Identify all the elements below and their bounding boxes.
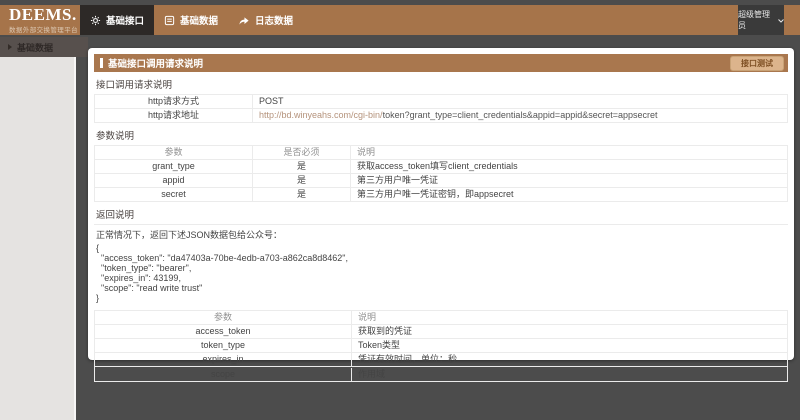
page-title: 基础接口调用请求说明	[108, 56, 730, 70]
tab-basic-interface[interactable]: 基础接口	[80, 5, 154, 35]
table-cell: appid	[95, 174, 252, 187]
params-table: 参数是否必须说明grant_type是获取access_token填写clien…	[94, 146, 788, 202]
main-card: 基础接口调用请求说明 接口测试 接口调用请求说明 http请求方式 POST h…	[88, 48, 794, 360]
nav-tabs: 基础接口 基础数据 日志数据	[80, 5, 303, 35]
table-cell: Token类型	[351, 339, 787, 352]
gear-icon	[90, 15, 101, 26]
user-label: 超级管理员	[738, 9, 776, 31]
tab-label: 日志数据	[255, 13, 293, 27]
table-cell: 凭证有效时间，单位：秒	[351, 353, 787, 366]
card-header: 基础接口调用请求说明 接口测试	[94, 54, 788, 72]
card-content: 接口调用请求说明 http请求方式 POST http请求地址 http://b…	[88, 72, 794, 382]
sidebar-item-label: 基础数据	[17, 41, 53, 54]
table-header-row: 参数是否必须说明	[95, 146, 787, 160]
table-cell: grant_type	[95, 160, 252, 173]
table-row: appid是第三方用户唯一凭证	[95, 174, 787, 188]
table-header-row: 参数说明	[95, 311, 787, 325]
table-cell: token_type	[95, 339, 351, 352]
table-cell: secret	[95, 188, 252, 201]
return-params-table: 参数说明access_token获取到的凭证token_typeToken类型e…	[94, 310, 788, 382]
tab-label: 基础接口	[106, 13, 144, 27]
url-rest: token?grant_type=client_credentials&appi…	[383, 110, 658, 120]
user-menu[interactable]: 超级管理员	[738, 5, 784, 35]
table-row: secret是第三方用户唯一凭证密钥，即appsecret	[95, 188, 787, 201]
url-prefix: http://bd.winyeahs.com/cgi-bin/	[259, 110, 383, 120]
sidebar-panel	[0, 57, 76, 420]
table-row: http请求地址 http://bd.winyeahs.com/cgi-bin/…	[95, 109, 787, 122]
section-label-params: 参数说明	[94, 123, 788, 146]
table-cell: http请求地址	[95, 109, 252, 122]
table-cell: scope	[95, 368, 351, 381]
chevron-down-icon	[778, 16, 784, 25]
table-row: expires_in凭证有效时间，单位：秒	[95, 353, 787, 367]
brand-logo: DEEMS. 数据外部交换管理平台	[9, 6, 81, 34]
table-cell: 是	[252, 174, 350, 187]
column-header: 说明	[351, 311, 787, 324]
table-cell: 是	[252, 188, 350, 201]
table-cell: 是	[252, 160, 350, 173]
column-header: 说明	[350, 146, 787, 159]
header-marker	[100, 58, 103, 68]
table-cell: 作用域	[351, 368, 787, 381]
table-cell: http请求方式	[95, 95, 252, 108]
sidebar-item-basic-data[interactable]: 基础数据	[0, 37, 88, 57]
tab-label: 基础数据	[180, 13, 218, 27]
table-cell: expires_in	[95, 353, 351, 366]
top-navbar: DEEMS. 数据外部交换管理平台 基础接口 基础数据 日志数据 超级管理员	[0, 5, 800, 35]
tab-log-data[interactable]: 日志数据	[228, 5, 303, 35]
table-row: http请求方式 POST	[95, 95, 787, 109]
table-row: grant_type是获取access_token填写client_creden…	[95, 160, 787, 174]
section-label-request: 接口调用请求说明	[94, 72, 788, 95]
brand-subtitle: 数据外部交换管理平台	[9, 24, 81, 34]
table-cell: access_token	[95, 325, 351, 338]
column-header: 是否必须	[252, 146, 350, 159]
section-label-return: 返回说明	[94, 202, 788, 225]
table-row: scope作用域	[95, 367, 787, 381]
share-icon	[238, 15, 250, 26]
tab-basic-data[interactable]: 基础数据	[154, 5, 228, 35]
table-cell: POST	[252, 95, 787, 108]
table-cell: 获取到的凭证	[351, 325, 787, 338]
interface-test-button[interactable]: 接口测试	[730, 56, 784, 71]
return-intro: 正常情况下，返回下述JSON数据包给公众号：	[94, 225, 788, 242]
column-header: 参数	[95, 146, 252, 159]
request-url: http://bd.winyeahs.com/cgi-bin/token?gra…	[252, 109, 787, 122]
database-icon	[164, 15, 175, 26]
table-cell: 第三方用户唯一凭证密钥，即appsecret	[350, 188, 787, 201]
triangle-right-icon	[8, 44, 12, 50]
table-cell: 获取access_token填写client_credentials	[350, 160, 787, 173]
table-cell: 第三方用户唯一凭证	[350, 174, 787, 187]
table-row: access_token获取到的凭证	[95, 325, 787, 339]
brand-name: DEEMS.	[9, 6, 81, 24]
table-row: token_typeToken类型	[95, 339, 787, 353]
column-header: 参数	[95, 311, 351, 324]
request-table: http请求方式 POST http请求地址 http://bd.winyeah…	[94, 95, 788, 123]
json-response-example: { "access_token": "da47403a-70be-4edb-a7…	[94, 242, 788, 307]
